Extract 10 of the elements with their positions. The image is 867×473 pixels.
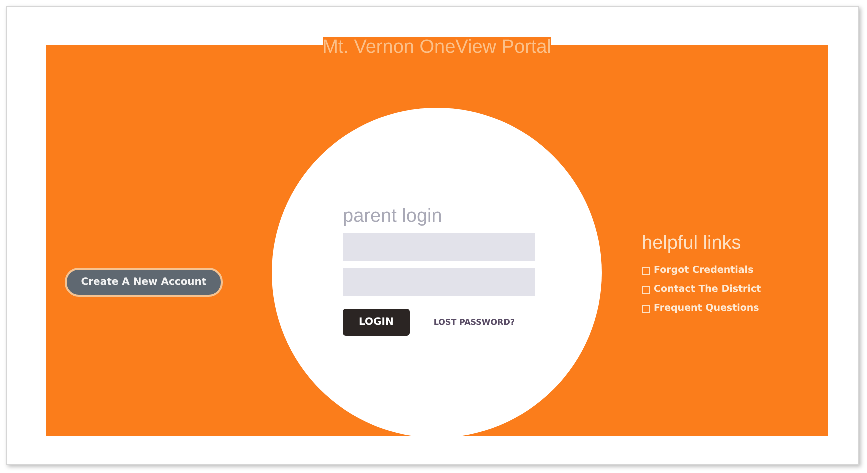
lost-password-link[interactable]: LOST PASSWORD? [434, 318, 515, 327]
checkbox-icon [642, 304, 650, 312]
links-title: helpful links [642, 233, 742, 255]
create-account-button[interactable]: Create A New Account [65, 268, 223, 297]
login-title: parent login [343, 206, 442, 228]
login-button[interactable]: LOGIN [343, 309, 410, 336]
checkbox-icon [642, 286, 650, 294]
checkbox-icon [642, 266, 650, 274]
username-field[interactable] [343, 233, 535, 261]
password-field[interactable] [343, 268, 535, 296]
